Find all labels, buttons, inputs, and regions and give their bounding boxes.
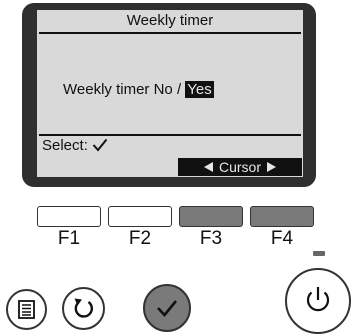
confirm-button[interactable]	[143, 284, 191, 332]
f2-label: F2	[128, 228, 152, 249]
cursor-hint: Cursor	[178, 158, 302, 176]
option-separator: /	[176, 81, 182, 98]
return-button[interactable]	[62, 287, 105, 330]
check-icon	[157, 300, 178, 317]
lcd-screen: Weekly timer Weekly timer No / Yes Selec…	[37, 10, 303, 177]
title-divider	[39, 32, 301, 34]
power-button[interactable]	[285, 268, 351, 334]
f1-button[interactable]	[37, 206, 101, 227]
setting-label: Weekly timer	[63, 81, 150, 98]
f4-button[interactable]	[250, 206, 314, 227]
option-yes-selected[interactable]: Yes	[185, 81, 214, 98]
cursor-right-icon	[267, 162, 276, 172]
cursor-left-icon	[203, 162, 213, 172]
footer-divider	[39, 134, 301, 136]
f3-label: F3	[199, 228, 223, 249]
screen-title: Weekly timer	[126, 12, 214, 29]
power-icon	[306, 287, 330, 312]
select-hint: Select:	[42, 137, 108, 154]
return-icon	[74, 298, 93, 318]
f2-button[interactable]	[108, 206, 172, 227]
cursor-label: Cursor	[218, 159, 261, 175]
select-label: Select:	[42, 137, 88, 154]
menu-icon	[18, 300, 35, 319]
option-no[interactable]: No	[154, 81, 173, 98]
f3-button[interactable]	[179, 206, 243, 227]
operation-lamp	[313, 251, 325, 256]
f4-label: F4	[270, 228, 294, 249]
weekly-timer-setting: Weekly timer No / Yes	[63, 81, 214, 98]
check-icon	[92, 138, 108, 152]
menu-button[interactable]	[6, 289, 47, 330]
f1-label: F1	[57, 228, 81, 249]
